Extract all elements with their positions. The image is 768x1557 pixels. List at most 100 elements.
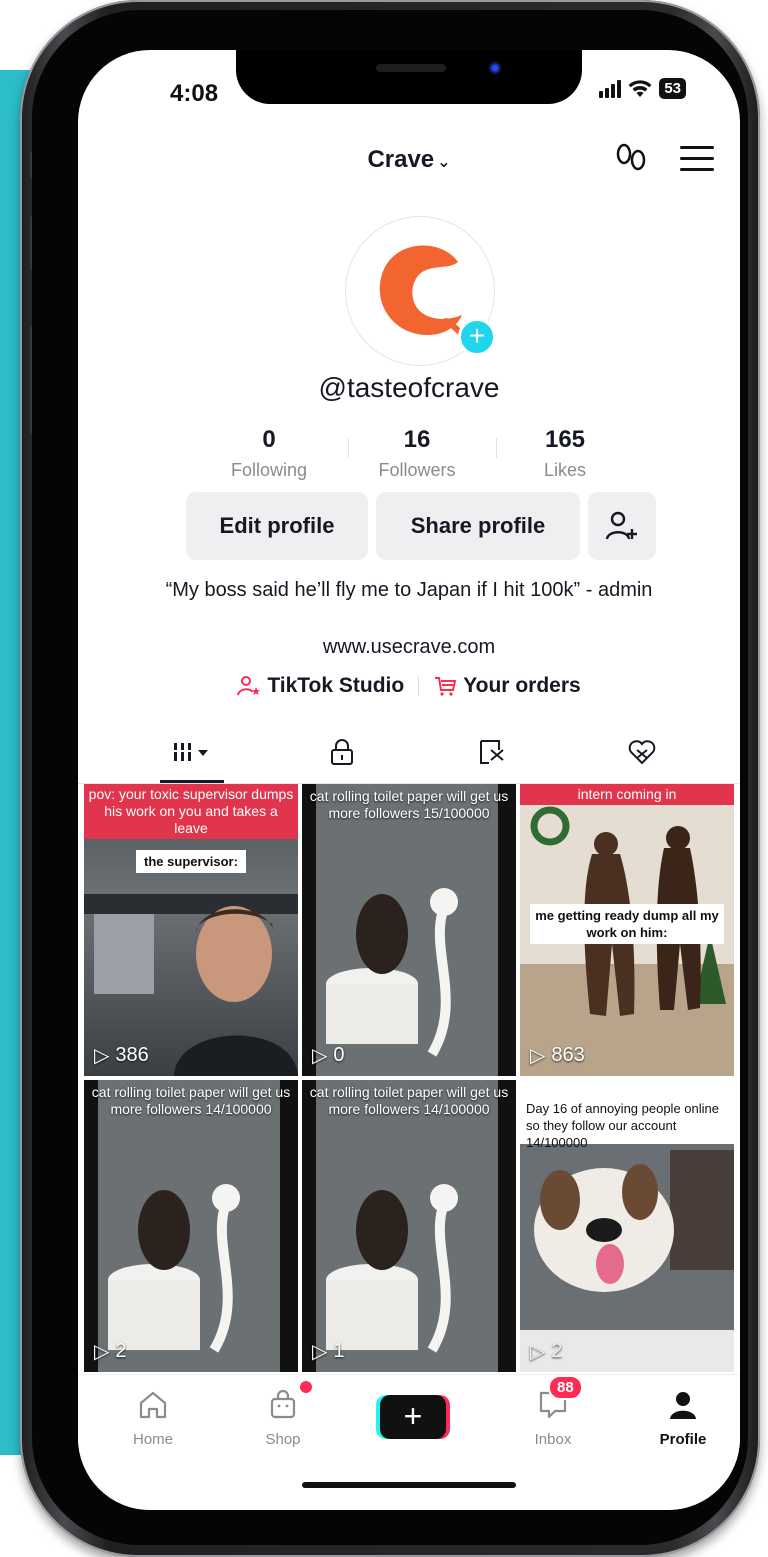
play-icon: ▷ <box>94 1045 110 1067</box>
tab-private[interactable] <box>312 734 372 770</box>
nav-shop[interactable]: Shop <box>228 1389 338 1448</box>
profile-bio: “My boss said he’ll fly me to Japan if I… <box>165 579 653 601</box>
view-count-value: 0 <box>333 1044 345 1066</box>
shop-notification-dot <box>300 1381 312 1393</box>
your-orders-label: Your orders <box>463 674 581 697</box>
status-time: 4:08 <box>170 80 219 107</box>
notch <box>236 50 582 104</box>
video-tile[interactable]: cat rolling toilet paper will get us mor… <box>302 784 516 1076</box>
username: @tasteofcrave <box>318 372 500 403</box>
video-caption: cat rolling toilet paper will get us mor… <box>309 788 509 821</box>
view-count: ▷ 863 <box>530 1043 585 1068</box>
nav-label: Inbox <box>534 1431 572 1448</box>
video-caption: intern coming in <box>520 784 734 805</box>
view-count-value: 863 <box>551 1044 585 1066</box>
view-count: ▷ 2 <box>530 1339 563 1364</box>
cart-icon <box>435 677 457 696</box>
view-count-value: 2 <box>115 1340 127 1362</box>
your-orders-link[interactable]: Your orders <box>433 674 581 698</box>
share-profile-button[interactable]: Share profile <box>376 492 580 560</box>
grid-icon <box>174 743 208 761</box>
video-caption: pov: your toxic supervisor dumps his wor… <box>84 784 298 839</box>
add-avatar-button[interactable]: + <box>458 318 496 356</box>
wifi-icon <box>628 79 652 97</box>
repost-icon <box>480 740 504 764</box>
view-count-value: 386 <box>115 1044 149 1066</box>
shop-bag-icon <box>270 1389 296 1419</box>
stat-label: Likes <box>543 460 587 480</box>
tab-videos[interactable] <box>162 734 222 770</box>
play-icon: ▷ <box>312 1341 328 1363</box>
video-tile[interactable]: intern coming in me getting ready dump a… <box>520 784 734 1076</box>
play-icon: ▷ <box>94 1341 110 1363</box>
stat-value: 16 <box>403 426 431 453</box>
play-icon: ▷ <box>530 1341 546 1363</box>
app-screen: 4:08 53 Crave ⌄ + @tasteofcrave 0 Followi… <box>78 50 740 1510</box>
video-tile[interactable]: pov: your toxic supervisor dumps his wor… <box>84 784 298 1076</box>
lock-icon <box>331 739 353 765</box>
profile-person-icon <box>670 1392 696 1419</box>
phone-frame: 4:08 53 Crave ⌄ + @tasteofcrave 0 Followi… <box>20 0 760 1557</box>
nav-label: Shop <box>265 1431 301 1448</box>
nav-profile[interactable]: Profile <box>628 1389 738 1448</box>
nav-label: Profile <box>659 1431 707 1448</box>
nav-label: Home <box>132 1431 173 1448</box>
view-count: ▷ 2 <box>94 1339 127 1364</box>
video-caption: Day 16 of annoying people online so they… <box>526 1101 719 1150</box>
stat-following[interactable]: 0 Following <box>194 426 344 481</box>
footprint-icon[interactable] <box>614 142 650 174</box>
front-camera <box>488 61 502 75</box>
view-count: ▷ 1 <box>312 1339 345 1364</box>
video-tile[interactable]: cat rolling toilet paper will get us mor… <box>84 1080 298 1372</box>
profile-links: TikTok Studio Your orders <box>78 674 740 698</box>
speaker <box>376 64 446 72</box>
website-link[interactable]: www.usecrave.com <box>78 636 740 659</box>
tab-reposts[interactable] <box>462 734 522 770</box>
link-divider <box>418 676 420 696</box>
add-friends-button[interactable] <box>588 492 656 560</box>
nav-home[interactable]: Home <box>98 1389 208 1448</box>
home-indicator[interactable] <box>302 1482 516 1488</box>
chevron-down-icon: ⌄ <box>437 154 451 171</box>
view-count-value: 2 <box>551 1340 563 1362</box>
video-thumbnail <box>302 784 516 1076</box>
add-person-icon <box>605 511 637 540</box>
create-button[interactable]: + <box>380 1395 446 1439</box>
profile-tabs <box>78 724 740 784</box>
view-count: ▷ 386 <box>94 1043 149 1068</box>
play-icon: ▷ <box>312 1045 328 1067</box>
stat-value: 165 <box>544 426 586 453</box>
video-thumbnail <box>302 1080 516 1372</box>
tiktok-studio-label: TikTok Studio <box>267 674 405 697</box>
account-name: Crave <box>367 146 435 173</box>
liked-heart-icon <box>628 740 656 765</box>
signal-icon <box>599 79 622 98</box>
person-star-icon <box>237 676 261 696</box>
menu-icon[interactable] <box>680 146 714 172</box>
view-count: ▷ 0 <box>312 1043 345 1068</box>
view-count-value: 1 <box>333 1340 345 1362</box>
battery-indicator: 53 <box>659 78 686 99</box>
video-tile[interactable]: cat rolling toilet paper will get us mor… <box>302 1080 516 1372</box>
stat-value: 0 <box>262 426 276 453</box>
stat-followers[interactable]: 16 Followers <box>342 426 492 481</box>
video-tile[interactable]: Day 16 of annoying people online so they… <box>520 1080 734 1372</box>
tab-liked[interactable] <box>612 734 672 770</box>
stat-label: Followers <box>378 460 456 480</box>
bottom-navigation: Home Shop + Inbox 88 Profile <box>78 1374 740 1510</box>
status-icons: 53 <box>599 78 686 99</box>
inbox-badge: 88 <box>548 1375 583 1400</box>
active-tab-indicator <box>160 780 224 783</box>
play-icon: ▷ <box>530 1045 546 1067</box>
tiktok-studio-link[interactable]: TikTok Studio <box>237 674 404 698</box>
video-thumbnail <box>84 1080 298 1372</box>
stat-likes[interactable]: 165 Likes <box>490 426 640 481</box>
video-overlay-text: the supervisor: <box>136 850 246 873</box>
video-caption: cat rolling toilet paper will get us mor… <box>91 1084 291 1117</box>
video-overlay-text: me getting ready dump all my work on him… <box>530 904 724 944</box>
stat-label: Following <box>230 460 308 480</box>
home-icon <box>139 1391 167 1419</box>
edit-profile-button[interactable]: Edit profile <box>186 492 368 560</box>
video-caption: cat rolling toilet paper will get us mor… <box>309 1084 509 1117</box>
video-grid: pov: your toxic supervisor dumps his wor… <box>84 784 734 1374</box>
